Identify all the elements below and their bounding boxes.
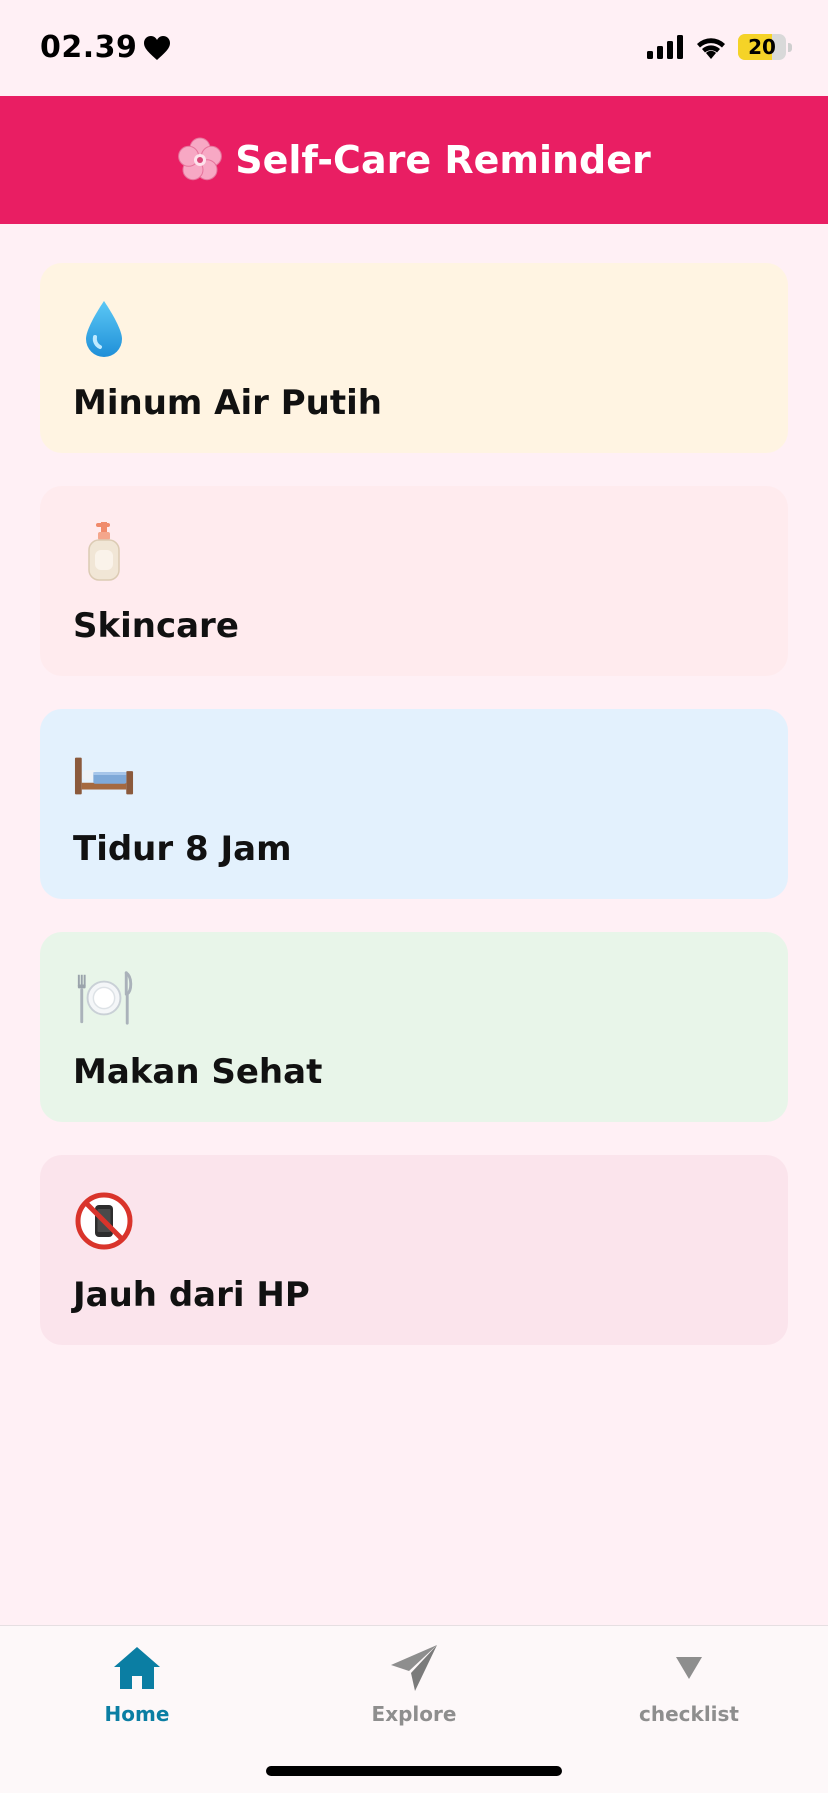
reminder-label: Makan Sehat bbox=[73, 1052, 323, 1092]
nav-checklist[interactable]: checklist bbox=[609, 1640, 769, 1726]
nav-home[interactable]: Home bbox=[57, 1640, 217, 1726]
status-bar: 02.39 20 bbox=[0, 0, 828, 96]
wifi-icon bbox=[697, 38, 725, 59]
plate-cutlery-icon bbox=[74, 968, 134, 1028]
reminder-label: Minum Air Putih bbox=[73, 383, 382, 423]
bed-icon bbox=[74, 745, 134, 805]
app-header: Self-Care Reminder bbox=[0, 96, 828, 224]
triangle-down-icon bbox=[674, 1640, 704, 1696]
reminder-card-skincare[interactable]: Skincare bbox=[40, 486, 788, 676]
nav-explore[interactable]: Explore bbox=[334, 1640, 494, 1726]
nav-checklist-label: checklist bbox=[639, 1702, 739, 1726]
reminder-list: Minum Air Putih Skincare Tidur 8 Jam Mak… bbox=[40, 263, 788, 1378]
home-icon bbox=[112, 1640, 162, 1696]
battery-indicator: 20 bbox=[738, 34, 786, 60]
reminder-card-tidur[interactable]: Tidur 8 Jam bbox=[40, 709, 788, 899]
clock-text: 02.39 bbox=[40, 30, 138, 65]
reminder-label: Jauh dari HP bbox=[73, 1275, 310, 1315]
nav-explore-label: Explore bbox=[371, 1702, 457, 1726]
reminder-label: Skincare bbox=[73, 606, 239, 646]
cellular-signal-icon bbox=[647, 35, 683, 59]
lotion-bottle-icon bbox=[74, 522, 134, 582]
status-icons: 20 bbox=[646, 34, 792, 60]
status-time: 02.39 bbox=[40, 30, 171, 65]
app-title: Self-Care Reminder bbox=[235, 138, 651, 182]
reminder-label: Tidur 8 Jam bbox=[73, 829, 292, 869]
reminder-card-minum-air[interactable]: Minum Air Putih bbox=[40, 263, 788, 453]
water-droplet-icon bbox=[74, 299, 134, 359]
reminder-card-makan-sehat[interactable]: Makan Sehat bbox=[40, 932, 788, 1122]
battery-percent: 20 bbox=[748, 35, 776, 59]
reminder-card-jauh-dari-hp[interactable]: Jauh dari HP bbox=[40, 1155, 788, 1345]
heart-icon bbox=[144, 35, 171, 60]
cherry-blossom-icon bbox=[178, 137, 223, 181]
no-phone-icon bbox=[74, 1191, 134, 1251]
battery-tip bbox=[788, 42, 792, 52]
home-indicator bbox=[266, 1766, 562, 1776]
nav-home-label: Home bbox=[104, 1702, 170, 1726]
send-icon bbox=[389, 1640, 439, 1696]
